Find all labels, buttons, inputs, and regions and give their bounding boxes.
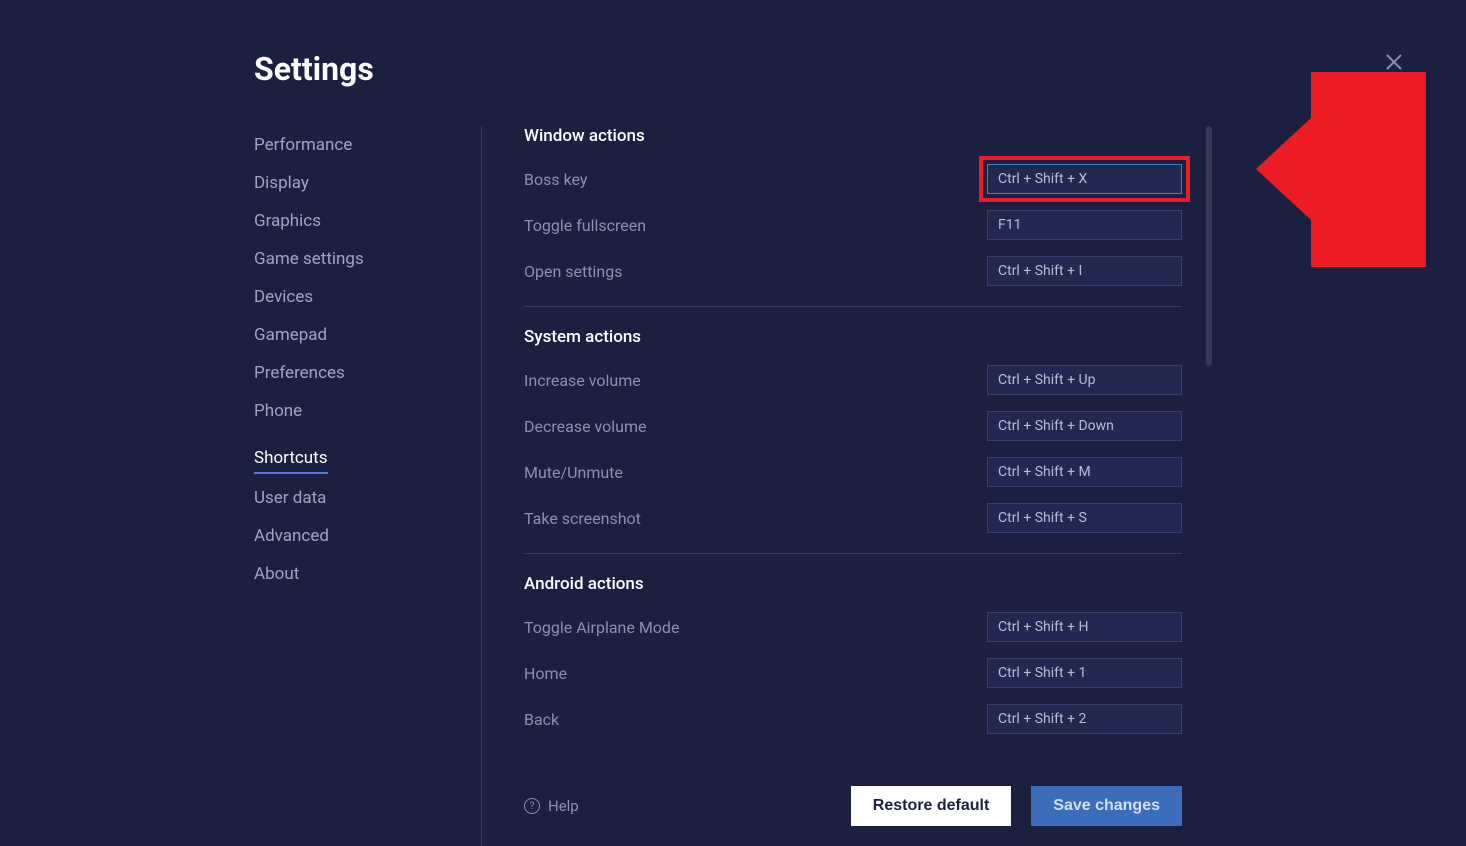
section-title: Window actions bbox=[524, 126, 1182, 146]
shortcut-input[interactable]: Ctrl + Shift + H bbox=[987, 612, 1182, 642]
sidebar-item-user-data[interactable]: User data bbox=[254, 479, 451, 517]
sidebar-item-gamepad[interactable]: Gamepad bbox=[254, 316, 451, 354]
shortcut-input[interactable]: Ctrl + Shift + I bbox=[987, 256, 1182, 286]
scrollbar[interactable] bbox=[1206, 126, 1212, 366]
shortcut-row: Take screenshot Ctrl + Shift + S bbox=[524, 503, 1182, 533]
shortcut-row: Open settings Ctrl + Shift + I bbox=[524, 256, 1182, 286]
restore-default-button[interactable]: Restore default bbox=[851, 786, 1011, 826]
close-icon bbox=[1382, 50, 1406, 74]
shortcut-input[interactable]: Ctrl + Shift + X bbox=[987, 164, 1182, 194]
help-icon: ? bbox=[524, 798, 540, 814]
shortcut-input[interactable]: Ctrl + Shift + M bbox=[987, 457, 1182, 487]
shortcut-row: Boss key Ctrl + Shift + X bbox=[524, 164, 1182, 194]
sidebar-item-phone[interactable]: Phone bbox=[254, 392, 451, 430]
section-divider bbox=[524, 306, 1182, 307]
shortcut-input[interactable]: Ctrl + Shift + S bbox=[987, 503, 1182, 533]
sidebar-item-about[interactable]: About bbox=[254, 555, 451, 593]
shortcut-label: Toggle fullscreen bbox=[524, 216, 646, 235]
page-title: Settings bbox=[254, 50, 374, 88]
shortcut-label: Home bbox=[524, 664, 567, 683]
sidebar-item-performance[interactable]: Performance bbox=[254, 126, 451, 164]
sidebar-item-advanced[interactable]: Advanced bbox=[254, 517, 451, 555]
shortcut-label: Back bbox=[524, 710, 559, 729]
shortcut-input[interactable]: Ctrl + Shift + 1 bbox=[987, 658, 1182, 688]
shortcut-label: Open settings bbox=[524, 262, 622, 281]
shortcut-label: Decrease volume bbox=[524, 417, 647, 436]
shortcut-input[interactable]: Ctrl + Shift + Up bbox=[987, 365, 1182, 395]
section-divider bbox=[524, 553, 1182, 554]
shortcut-label: Mute/Unmute bbox=[524, 463, 623, 482]
shortcut-row: Home Ctrl + Shift + 1 bbox=[524, 658, 1182, 688]
sidebar-item-display[interactable]: Display bbox=[254, 164, 451, 202]
sidebar-item-game-settings[interactable]: Game settings bbox=[254, 240, 451, 278]
shortcut-label: Boss key bbox=[524, 170, 587, 189]
help-label: Help bbox=[548, 797, 579, 815]
section-title: Android actions bbox=[524, 574, 1182, 594]
sidebar-item-shortcuts[interactable]: Shortcuts bbox=[254, 439, 328, 474]
shortcut-row: Toggle Airplane Mode Ctrl + Shift + H bbox=[524, 612, 1182, 642]
shortcut-row: Decrease volume Ctrl + Shift + Down bbox=[524, 411, 1182, 441]
save-changes-button[interactable]: Save changes bbox=[1031, 786, 1182, 826]
section-title: System actions bbox=[524, 327, 1182, 347]
shortcut-input[interactable]: Ctrl + Shift + Down bbox=[987, 411, 1182, 441]
shortcut-row: Back Ctrl + Shift + 2 bbox=[524, 704, 1182, 734]
close-button[interactable] bbox=[1382, 50, 1406, 74]
shortcut-input[interactable]: F11 bbox=[987, 210, 1182, 240]
sidebar-item-graphics[interactable]: Graphics bbox=[254, 202, 451, 240]
shortcut-label: Increase volume bbox=[524, 371, 641, 390]
help-link[interactable]: ? Help bbox=[524, 797, 579, 815]
sidebar: PerformanceDisplayGraphicsGame settingsD… bbox=[254, 126, 482, 846]
shortcut-row: Toggle fullscreen F11 bbox=[524, 210, 1182, 240]
shortcut-row: Increase volume Ctrl + Shift + Up bbox=[524, 365, 1182, 395]
sidebar-item-preferences[interactable]: Preferences bbox=[254, 354, 451, 392]
shortcut-row: Mute/Unmute Ctrl + Shift + M bbox=[524, 457, 1182, 487]
shortcut-label: Toggle Airplane Mode bbox=[524, 618, 679, 637]
shortcut-input[interactable]: Ctrl + Shift + 2 bbox=[987, 704, 1182, 734]
sidebar-item-devices[interactable]: Devices bbox=[254, 278, 451, 316]
shortcut-label: Take screenshot bbox=[524, 509, 641, 528]
